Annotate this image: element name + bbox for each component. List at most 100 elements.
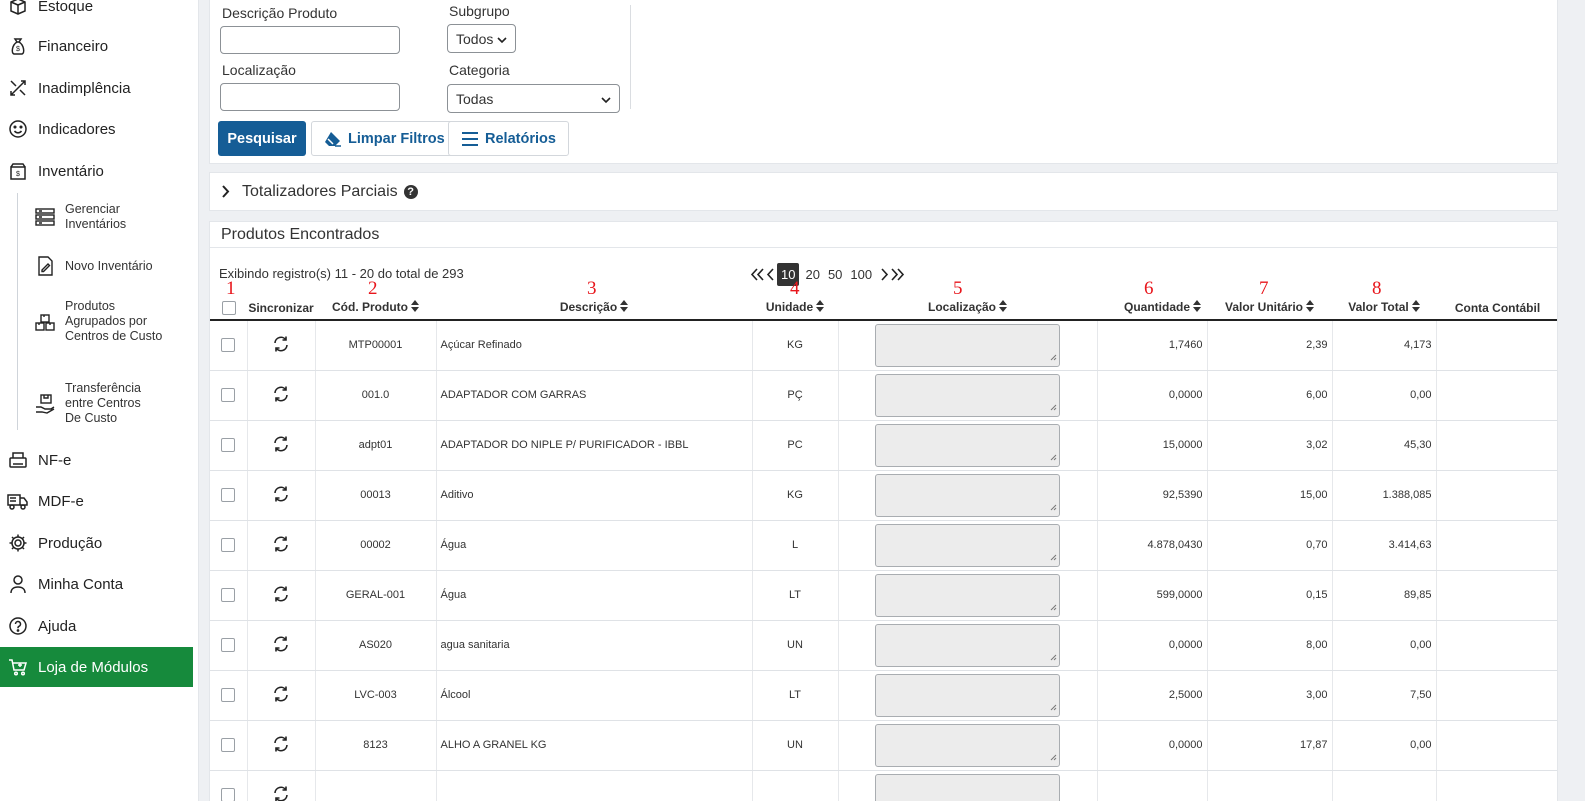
resize-grip-icon[interactable]: [1049, 602, 1057, 614]
subgrupo-select[interactable]: Todos: [447, 24, 516, 53]
resize-grip-icon[interactable]: [1049, 402, 1057, 414]
descricao-produto-input[interactable]: [220, 26, 400, 54]
sync-cell: [247, 770, 316, 801]
page-size-option[interactable]: 100: [850, 267, 872, 282]
sync-icon[interactable]: [272, 586, 290, 606]
localizacao-textarea[interactable]: [875, 423, 1060, 467]
localizacao-input[interactable]: [220, 83, 400, 111]
limpar-filtros-button[interactable]: Limpar Filtros: [311, 121, 458, 156]
first-page-icon[interactable]: [750, 267, 766, 281]
sync-icon[interactable]: [272, 636, 290, 656]
sidebar-subitem-gerenciar-inventarios[interactable]: Gerenciar Inventários: [33, 202, 193, 232]
sidebar-item-inventario[interactable]: $ Inventário: [0, 154, 193, 188]
results-title: Produtos Encontrados: [221, 226, 380, 243]
row-checkbox[interactable]: [221, 438, 236, 452]
column-header-valor-unitario[interactable]: Valor Unitário: [1207, 296, 1332, 321]
sync-icon[interactable]: [272, 336, 290, 356]
column-header-localizacao[interactable]: Localização: [838, 296, 1097, 321]
localizacao-textarea[interactable]: [875, 623, 1060, 667]
sort-icon[interactable]: [816, 300, 825, 315]
row-checkbox[interactable]: [221, 488, 236, 502]
unidade-cell: LT: [752, 570, 839, 621]
select-all-checkbox[interactable]: [221, 300, 236, 315]
sync-icon[interactable]: [272, 436, 290, 456]
valor-total-cell: 1.388,085: [1332, 470, 1437, 521]
sidebar-subitem-novo-inventario[interactable]: Novo Inventário: [33, 254, 193, 278]
localizacao-textarea[interactable]: [875, 473, 1060, 517]
localizacao-textarea[interactable]: [875, 573, 1060, 617]
sidebar-item-minha-conta[interactable]: Minha Conta: [0, 567, 193, 601]
sort-icon[interactable]: [410, 300, 419, 315]
sync-icon[interactable]: [272, 736, 290, 756]
cart-icon: [6, 655, 30, 679]
table-row: 001.0 ADAPTADOR COM GARRAS PÇ 0,0000 6,00 0,0…: [210, 370, 1557, 421]
sync-icon[interactable]: [272, 686, 290, 706]
resize-grip-icon[interactable]: [1049, 352, 1057, 364]
sidebar-item-label: Produção: [38, 534, 103, 552]
prev-page-icon[interactable]: [766, 267, 775, 281]
localizacao-textarea[interactable]: [875, 323, 1060, 367]
sort-icon[interactable]: [1411, 300, 1420, 315]
resize-grip-icon[interactable]: [1049, 502, 1057, 514]
row-checkbox[interactable]: [221, 588, 236, 602]
sort-icon[interactable]: [1306, 300, 1315, 315]
sidebar-item-financeiro[interactable]: $ Financeiro: [0, 29, 193, 63]
sort-icon[interactable]: [999, 300, 1008, 315]
quantidade-cell: 92,5390: [1097, 470, 1208, 521]
column-header-cod-produto[interactable]: Cód. Produto: [315, 296, 436, 321]
descricao-cell: agua sanitaria: [436, 620, 753, 671]
categoria-select[interactable]: Todas: [447, 84, 620, 113]
question-circle-icon[interactable]: ?: [403, 184, 418, 199]
row-checkbox[interactable]: [221, 638, 236, 652]
column-header-descricao[interactable]: Descrição: [436, 296, 752, 321]
resize-grip-icon[interactable]: [1049, 702, 1057, 714]
column-header-valor-total[interactable]: Valor Total: [1332, 296, 1436, 321]
sidebar-item-loja-de-modulos[interactable]: Loja de Módulos: [0, 647, 193, 687]
sidebar-subitem-transferencia[interactable]: Transferência entre Centros De Custo: [33, 381, 193, 426]
sync-icon[interactable]: [272, 386, 290, 406]
descricao-cell: Água: [436, 520, 753, 571]
page-size-option[interactable]: 50: [828, 267, 842, 282]
sync-icon[interactable]: [272, 786, 290, 801]
resize-grip-icon[interactable]: [1049, 452, 1057, 464]
row-checkbox[interactable]: [221, 338, 236, 353]
sidebar-item-ajuda[interactable]: Ajuda: [0, 609, 193, 643]
next-page-icon[interactable]: [880, 267, 889, 281]
totalizadores-parciais-panel[interactable]: Totalizadores Parciais ?: [209, 172, 1558, 211]
resize-grip-icon[interactable]: [1049, 752, 1057, 764]
table-row: [210, 770, 1557, 801]
sidebar-subitem-produtos-agrupados[interactable]: Produtos Agrupados por Centros de Custo: [33, 299, 193, 344]
row-checkbox[interactable]: [221, 688, 236, 702]
sidebar-item-producao[interactable]: Produção: [0, 526, 193, 560]
localizacao-textarea[interactable]: [875, 523, 1060, 567]
row-checkbox[interactable]: [221, 738, 236, 752]
pesquisar-button[interactable]: Pesquisar: [218, 121, 306, 156]
localizacao-textarea[interactable]: [875, 773, 1060, 801]
sidebar-item-estoque[interactable]: Estoque: [0, 0, 193, 23]
resize-grip-icon[interactable]: [1049, 652, 1057, 664]
table-header-row: Sincronizar Cód. Produto Descrição Unida…: [210, 296, 1557, 321]
row-checkbox[interactable]: [221, 388, 236, 402]
sort-icon[interactable]: [1193, 300, 1201, 315]
row-checkbox[interactable]: [221, 538, 236, 552]
sidebar-item-inadimplencia[interactable]: Inadimplência: [0, 71, 193, 105]
sort-icon[interactable]: [620, 300, 629, 315]
resize-grip-icon[interactable]: [1049, 552, 1057, 564]
relatorios-button[interactable]: Relatórios: [448, 121, 569, 156]
column-header-quantidade[interactable]: Quantidade: [1097, 296, 1207, 321]
sync-icon[interactable]: [272, 536, 290, 556]
last-page-icon[interactable]: [889, 267, 905, 281]
localizacao-textarea[interactable]: [875, 723, 1060, 767]
row-checkbox[interactable]: [221, 788, 236, 801]
localizacao-textarea[interactable]: [875, 673, 1060, 717]
column-header-unidade[interactable]: Unidade: [752, 296, 838, 321]
page-size-option[interactable]: 20: [805, 267, 819, 282]
sidebar-item-nfe[interactable]: NF-e: [0, 443, 193, 477]
sync-icon[interactable]: [272, 486, 290, 506]
unidade-cell: KG: [752, 470, 839, 521]
sidebar-item-indicadores[interactable]: Indicadores: [0, 112, 193, 146]
totalizadores-title: Totalizadores Parciais: [242, 182, 398, 200]
sidebar-item-mdfe[interactable]: MDF-e: [0, 484, 193, 518]
localizacao-textarea[interactable]: [875, 373, 1060, 417]
valor-unitario-cell: 3,00: [1207, 670, 1333, 721]
